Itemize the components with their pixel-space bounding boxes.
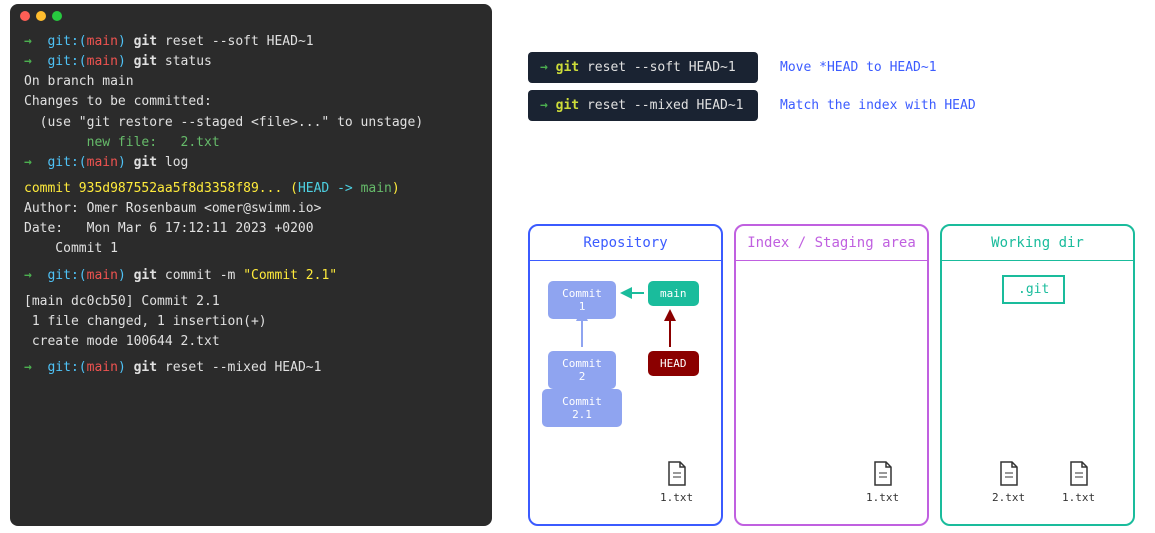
commit-2: Commit 2 (548, 351, 616, 389)
command-explanation-2: Match the index with HEAD (780, 98, 976, 113)
panel-title: Repository (530, 226, 721, 261)
head-pointer: HEAD (648, 351, 699, 376)
arrow-icon: → (540, 98, 548, 113)
git-keyword: git (556, 60, 579, 75)
commit-2-1: Commit 2.1 (542, 389, 622, 427)
index-panel: Index / Staging area 1.txt (734, 224, 929, 526)
command-example-1: → git reset --soft HEAD~1 (528, 52, 758, 83)
maximize-icon[interactable] (52, 11, 62, 21)
command-args: reset --mixed HEAD~1 (579, 98, 743, 113)
terminal-window: → git:(main) git reset --soft HEAD~1→ gi… (10, 4, 492, 526)
command-args: reset --soft HEAD~1 (579, 60, 736, 75)
panel-title: Working dir (942, 226, 1133, 261)
main-branch: main (648, 281, 699, 306)
commit-1: Commit 1 (548, 281, 616, 319)
file-2-txt: 2.txt (992, 461, 1025, 504)
close-icon[interactable] (20, 11, 30, 21)
working-dir-panel: Working dir .git 2.txt 1.txt (940, 224, 1135, 526)
minimize-icon[interactable] (36, 11, 46, 21)
git-folder: .git (1002, 275, 1065, 304)
arrow-icon: → (540, 60, 548, 75)
file-1-txt: 1.txt (1062, 461, 1095, 504)
terminal-output: → git:(main) git reset --soft HEAD~1→ gi… (10, 28, 492, 382)
repository-panel: Repository Commit 1 main Commit 2 HEAD C… (528, 224, 723, 526)
file-1-txt: 1.txt (660, 461, 693, 504)
file-1-txt: 1.txt (866, 461, 899, 504)
panel-title: Index / Staging area (736, 226, 927, 261)
command-example-2: → git reset --mixed HEAD~1 (528, 90, 758, 121)
command-explanation-1: Move *HEAD to HEAD~1 (780, 60, 937, 75)
window-titlebar (10, 4, 492, 28)
git-keyword: git (556, 98, 579, 113)
